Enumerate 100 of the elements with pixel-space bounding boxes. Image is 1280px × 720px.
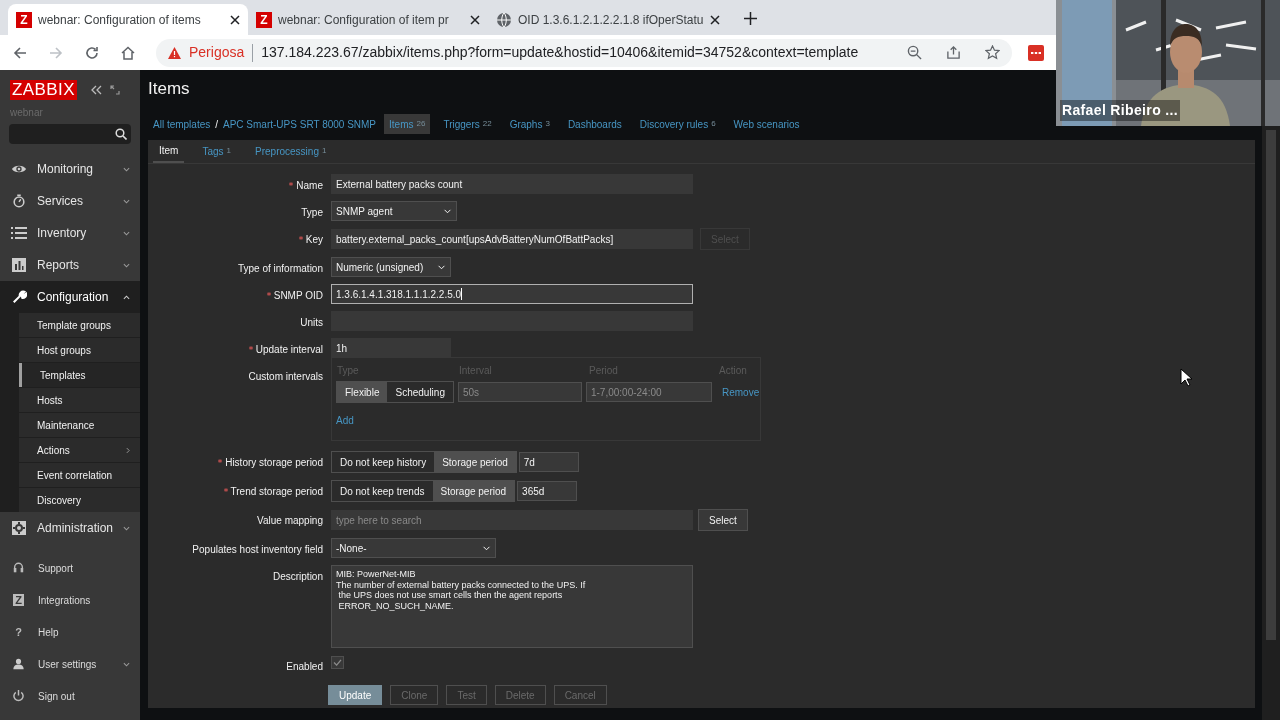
address-bar[interactable]: Perigosa 137.184.223.67/zabbix/items.php?form=update&hostid=10406&itemid=34752&context=template — [156, 38, 1012, 67]
field-label: Enabled — [286, 660, 323, 674]
checkbox[interactable] — [331, 656, 344, 669]
input-field[interactable]: 1-7,00:00-24:00 — [585, 382, 712, 402]
bar-chart-icon — [11, 258, 27, 272]
submenu-item[interactable]: Hosts — [19, 388, 140, 412]
gear-icon — [11, 521, 27, 535]
breadcrumb-link[interactable]: All templates — [153, 116, 211, 132]
menu-item[interactable]: ? Help — [0, 616, 140, 648]
menu-item[interactable]: Services — [0, 185, 140, 217]
favicon-icon: Z — [256, 11, 272, 28]
tab-title: webnar: Configuration of item pr — [278, 11, 450, 29]
field-label: Units — [300, 316, 323, 330]
description-field[interactable]: MIB: PowerNet-MIB The number of external battery packs connected to the UPS. If the UPS does not use smart cells then the agent reports ERROR_NO_SUCH_NAME. — [331, 565, 693, 648]
submenu-item[interactable]: Host groups — [19, 338, 140, 362]
share-icon[interactable] — [946, 45, 961, 60]
search-icon[interactable] — [115, 128, 127, 140]
browser-tab[interactable]: Z webnar: Configuration of items — [8, 4, 248, 35]
input-field[interactable]: 1h — [331, 338, 451, 358]
tab-title: webnar: Configuration of items — [38, 11, 202, 29]
search-field[interactable]: type here to search — [331, 510, 693, 530]
integration-icon: Z — [13, 594, 24, 606]
back-icon[interactable] — [12, 44, 28, 61]
field-label: Type of information — [237, 262, 323, 276]
menu-item[interactable]: Inventory — [0, 217, 140, 249]
nav-tab[interactable]: Web scenarios — [728, 114, 805, 134]
scrollbar[interactable] — [1262, 126, 1280, 720]
submenu-item[interactable]: Templates — [19, 363, 140, 387]
warning-icon — [168, 46, 181, 59]
select-button[interactable]: Select — [698, 509, 748, 531]
menu-item[interactable]: Administration — [0, 512, 140, 544]
cursor-icon — [1180, 368, 1192, 387]
breadcrumb-link[interactable]: APC Smart-UPS SRT 8000 SNMP — [223, 116, 377, 132]
breadcrumb-separator: / — [215, 117, 219, 132]
power-icon — [13, 690, 24, 702]
chevron-down-icon — [482, 545, 491, 551]
dropdown[interactable]: SNMP agent — [331, 201, 457, 221]
input-field[interactable]: 1.3.6.1.4.1.318.1.1.1.2.2.5.0 — [331, 284, 693, 304]
check-icon — [333, 659, 342, 666]
menu-item[interactable]: Z Integrations — [0, 584, 140, 616]
participant-name: Rafael Ribeiro ... — [1060, 100, 1180, 121]
chevron-down-icon — [123, 230, 130, 236]
chevron-down-icon — [123, 198, 130, 204]
submenu-item[interactable]: Maintenance — [19, 413, 140, 437]
chevron-down-icon — [123, 262, 130, 268]
user-icon — [13, 658, 24, 670]
zoom-icon[interactable] — [907, 45, 922, 60]
collapse-icon[interactable] — [91, 85, 102, 95]
menu-item[interactable]: Monitoring — [0, 153, 140, 185]
stopwatch-icon — [11, 194, 27, 208]
field-label: Type — [301, 206, 323, 220]
reload-icon[interactable] — [84, 44, 100, 61]
headset-icon — [13, 562, 24, 574]
field-label: Update interval — [255, 343, 323, 357]
dropdown[interactable]: -None- — [331, 538, 496, 558]
toggle-option[interactable]: Flexible — [337, 382, 388, 402]
kiosk-icon[interactable] — [110, 85, 120, 95]
input-field[interactable]: External battery packs count — [331, 174, 693, 194]
input-field[interactable]: 50s — [457, 382, 582, 402]
menu-item[interactable]: Support — [0, 552, 140, 584]
close-icon[interactable] — [230, 14, 240, 25]
search-field[interactable] — [9, 124, 131, 144]
extension-icon[interactable] — [1028, 44, 1044, 61]
field-label: Name — [296, 179, 323, 193]
input-field[interactable]: 7d — [518, 452, 579, 472]
toggle-option[interactable]: Storage period — [434, 452, 516, 472]
close-icon[interactable] — [470, 14, 480, 25]
chevron-right-icon — [126, 446, 130, 454]
close-icon[interactable] — [710, 14, 720, 25]
chevron-down-icon — [123, 525, 130, 531]
submenu-item[interactable]: Template groups — [19, 313, 140, 337]
menu-item[interactable]: Reports — [0, 249, 140, 281]
nav-tab[interactable]: Dashboards — [562, 114, 627, 134]
url-text[interactable]: 137.184.223.67/zabbix/items.php?form=update&hostid=10406&itemid=34752&context=template — [261, 42, 859, 63]
input-field[interactable]: battery.external_packs_count[upsAdvBatteryNumOfBattPacks] — [331, 229, 693, 249]
new-tab-icon[interactable] — [744, 12, 757, 25]
menu-item[interactable]: User settings — [0, 648, 140, 680]
home-icon[interactable] — [120, 44, 136, 61]
add-link[interactable]: Add — [336, 413, 354, 428]
remove-link[interactable]: Remove — [721, 384, 760, 400]
chevron-down-icon — [443, 208, 452, 214]
menu-item[interactable]: Sign out — [0, 680, 140, 712]
chevron-down-icon — [123, 661, 130, 667]
menu-item[interactable]: Configuration — [0, 281, 140, 313]
input-field[interactable]: 365d — [517, 481, 578, 501]
field-label: SNMP OID — [273, 289, 323, 303]
chevron-down-icon — [123, 166, 130, 172]
favicon-icon: Z — [16, 11, 32, 28]
submenu-item[interactable]: Actions — [19, 438, 140, 462]
form-tab[interactable]: Item — [153, 139, 185, 163]
submenu-item[interactable]: Event correlation — [19, 463, 140, 487]
list-icon — [11, 226, 27, 240]
page-title: Items — [148, 78, 190, 101]
wrench-icon — [11, 290, 27, 304]
star-icon[interactable] — [985, 45, 1000, 60]
toggle-option[interactable]: Storage period — [432, 481, 515, 501]
dropdown[interactable]: Numeric (unsigned) — [331, 257, 451, 277]
field-label: Populates host inventory field — [192, 543, 323, 557]
submenu-item[interactable]: Discovery — [19, 488, 140, 512]
zabbix-logo[interactable]: ZABBIX — [10, 80, 77, 100]
